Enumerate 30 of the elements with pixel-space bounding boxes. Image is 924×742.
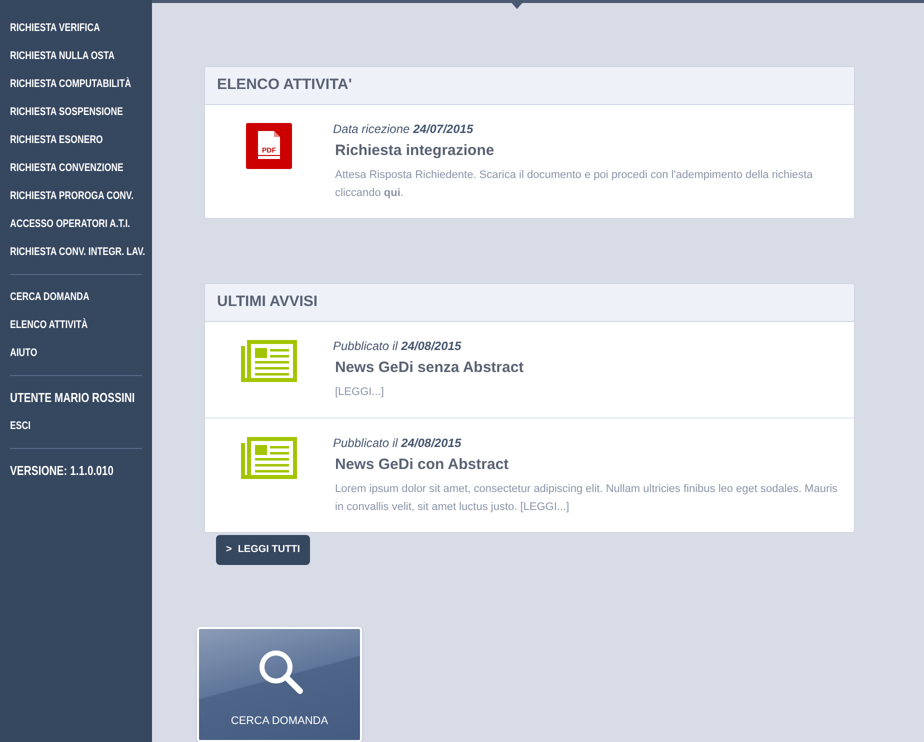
item-date: Pubblicato il 24/08/2015 (333, 338, 462, 354)
sidebar-link[interactable]: CERCA DOMANDA (10, 288, 90, 306)
sidebar-link[interactable]: RICHIESTA CONVENZIONE (10, 160, 124, 176)
sidebar-link[interactable]: RICHIESTA SOSPENSIONE (10, 104, 123, 120)
sidebar-heading: VERSIONE: 1.1.0.010 (10, 462, 114, 480)
sidebar-link[interactable]: RICHIESTA ESONERO (10, 132, 103, 148)
item-date: Pubblicato il 24/08/2015 (333, 435, 462, 451)
panel-title: ELENCO ATTIVITA' (217, 75, 352, 96)
sidebar-link[interactable]: AIUTO (10, 344, 38, 362)
sidebar-link[interactable]: RICHIESTA NULLA OSTA (10, 48, 115, 64)
newspaper-icon (241, 340, 297, 382)
sidebar-link[interactable]: RICHIESTA VERIFICA (10, 20, 100, 36)
item-date: Data ricezione 24/07/2015 (333, 121, 474, 137)
sidebar-link[interactable]: ACCESSO OPERATORI A.T.I. (10, 216, 130, 232)
item-title[interactable]: News GeDi con Abstract (335, 454, 838, 476)
item-title[interactable]: Richiesta integrazione (335, 140, 838, 162)
sidebar-link[interactable]: RICHIESTA CONV. INTEGR. LAV. (10, 244, 146, 260)
item-description: Attesa Risposta Richiedente. Scarica il documento e poi procedi con l'adempimento della richiesta cliccando qui. (335, 168, 814, 201)
item-description: Lorem ipsum dolor sit amet, consectetur adipiscing elit. Nullam ultricies finibus leo eget sodales. Mauris in convallis velit, sit amet luctus justo. [LEGGI...] (335, 482, 838, 515)
item-description: [LEGGI...] (335, 385, 385, 400)
sidebar-link[interactable]: RICHIESTA PROROGA CONV. (10, 188, 134, 204)
item-title[interactable]: News GeDi senza Abstract (335, 357, 524, 379)
sidebar-link[interactable]: ELENCO ATTIVITÀ (10, 316, 88, 334)
sidebar-link[interactable]: ESCI (10, 418, 31, 434)
newspaper-icon (241, 437, 297, 479)
sidebar-heading: UTENTE MARIO ROSSINI (10, 389, 135, 408)
read-all-button[interactable]: > LEGGI TUTTI (216, 535, 310, 565)
panel-title: ULTIMI AVVISI (217, 292, 318, 312)
sidebar-link[interactable]: RICHIESTA COMPUTABILITÀ (10, 76, 132, 92)
search-tile[interactable]: CERCA DOMANDA (197, 626, 362, 742)
